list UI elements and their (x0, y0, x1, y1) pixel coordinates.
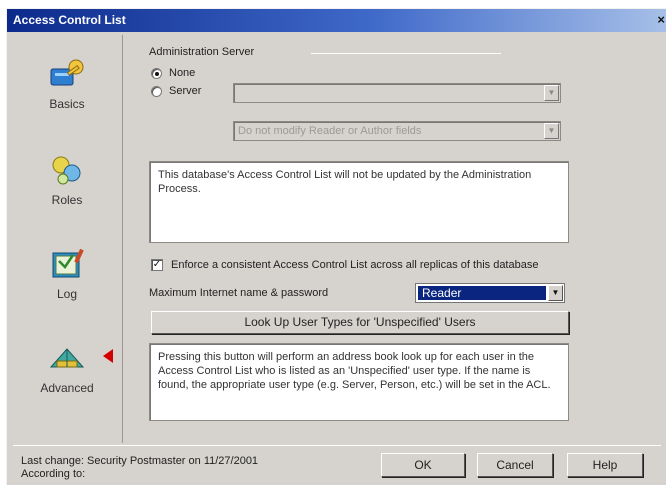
advanced-panel: Administration Server None Server ▼ Do n… (127, 35, 663, 443)
chevron-down-icon[interactable]: ▼ (544, 85, 559, 101)
sidebar-label-roles: Roles (51, 193, 83, 207)
none-radio[interactable] (151, 68, 162, 79)
modify-fields-combo[interactable]: Do not modify Reader or Author fields ▼ (233, 121, 561, 141)
server-radio-label: Server (169, 85, 202, 97)
server-combo[interactable]: ▼ (233, 83, 561, 103)
sidebar-item-advanced[interactable]: Advanced (11, 341, 123, 395)
advanced-icon (49, 348, 85, 368)
server-radio[interactable] (151, 86, 162, 97)
ok-button[interactable]: OK (381, 453, 465, 477)
internet-access-label: Maximum Internet name & password (149, 287, 329, 299)
modify-fields-value: Do not modify Reader or Author fields (238, 125, 422, 137)
last-change-text: Last change: Security Postmaster on 11/2… (21, 455, 259, 467)
cancel-button[interactable]: Cancel (477, 453, 553, 477)
sidebar-label-log: Log (56, 287, 78, 301)
enforce-label: Enforce a consistent Access Control List… (171, 259, 539, 271)
enforce-checkbox[interactable]: ✓ (151, 259, 163, 271)
lookup-description-text: Pressing this button will perform an add… (158, 351, 551, 391)
selected-arrow-icon (103, 349, 113, 363)
key-icon (50, 59, 84, 86)
roles-icon (52, 156, 81, 185)
help-button[interactable]: Help (567, 453, 643, 477)
acl-dialog: Access Control List × Basics Roles Log A… (6, 8, 666, 485)
footer-divider (13, 445, 661, 446)
chevron-down-icon[interactable]: ▼ (544, 123, 559, 139)
heading-divider (311, 53, 501, 54)
sidebar-item-roles[interactable]: Roles (11, 153, 123, 207)
internet-access-value: Reader (418, 286, 546, 300)
admin-server-heading: Administration Server (149, 46, 255, 58)
sidebar: Basics Roles Log Advanced (11, 35, 123, 443)
log-book-icon (52, 248, 84, 278)
window-title: Access Control List (13, 13, 126, 27)
lookup-user-types-button[interactable]: Look Up User Types for 'Unspecified' Use… (151, 311, 569, 334)
admin-info-text: This database's Access Control List will… (158, 169, 532, 195)
title-bar: Access Control List × (7, 9, 666, 32)
sidebar-item-basics[interactable]: Basics (11, 57, 123, 111)
sidebar-label-advanced: Advanced (40, 381, 94, 395)
according-to-text: According to: (21, 468, 86, 480)
sidebar-item-log[interactable]: Log (11, 247, 123, 301)
close-icon[interactable]: × (657, 12, 665, 27)
none-radio-label: None (169, 67, 196, 79)
internet-access-select[interactable]: Reader ▼ (415, 283, 565, 303)
chevron-down-icon[interactable]: ▼ (548, 285, 563, 301)
sidebar-label-basics: Basics (49, 97, 85, 111)
admin-info-box: This database's Access Control List will… (149, 161, 569, 243)
lookup-description-box: Pressing this button will perform an add… (149, 343, 569, 421)
